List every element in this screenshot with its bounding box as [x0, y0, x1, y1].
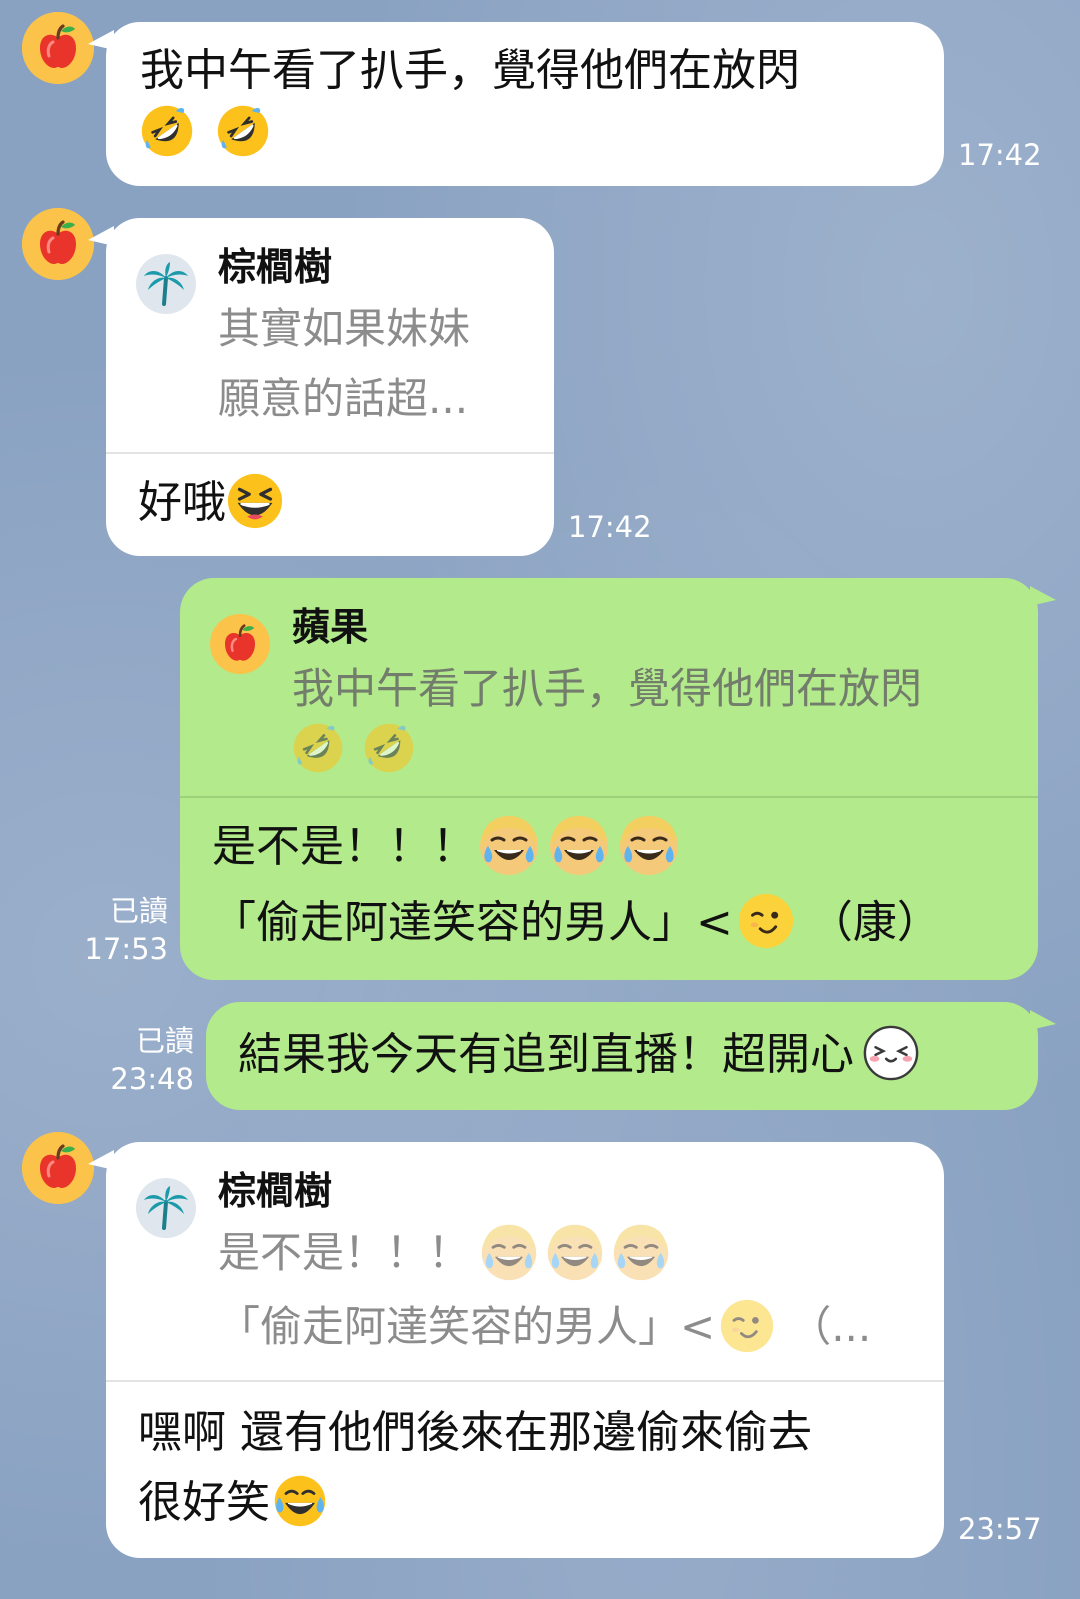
message-timestamp: 17:42: [958, 138, 1042, 172]
crying-laughing-blonde-emoji-icon: [478, 1221, 540, 1283]
message-text: （康）: [808, 897, 941, 948]
rofl-emoji-icon: [363, 722, 415, 774]
quote-divider: [106, 452, 554, 454]
quoted-text-line: 願意的話超...: [218, 374, 469, 423]
wink-emoji-icon: [737, 892, 795, 950]
message-bubble-incoming[interactable]: 我中午看了扒手，覺得他們在放閃: [88, 22, 944, 186]
message-text: 結果我今天有追到直播！超開心: [238, 1029, 854, 1080]
crying-laughing-blonde-emoji-icon: [476, 812, 542, 878]
quoted-text-line: 「偷走阿達笑容的男人」<: [218, 1302, 716, 1351]
quoted-text-line: （...: [789, 1302, 872, 1351]
quoted-text-line: 其實如果妹妹: [218, 304, 471, 353]
message-text: 「偷走阿達笑容的男人」<: [212, 897, 733, 948]
quote-divider: [106, 1380, 944, 1382]
quoted-text-line: 是不是！！！: [218, 1228, 471, 1277]
message-text: 嘿啊 還有他們後來在那邊偷來偷去: [138, 1407, 812, 1458]
read-label: 已讀: [135, 1024, 194, 1058]
quoted-sender-name: 棕櫚樹: [218, 1169, 333, 1213]
message-text: 是不是！！！: [212, 821, 476, 872]
rofl-emoji-icon: [292, 722, 344, 774]
message-timestamp: 17:42: [568, 510, 652, 544]
message-text: 我中午看了扒手，覺得他們在放閃: [140, 45, 800, 96]
reply-bubble-incoming[interactable]: 棕櫚樹 其實如果妹妹 願意的話超... 好哦: [88, 218, 554, 556]
quoted-text-row: 是不是！！！: [218, 1220, 672, 1287]
message-text-row: 是不是！！！: [212, 816, 682, 882]
message-timestamp: 23:48: [110, 1062, 194, 1096]
quoted-sender-name: 蘋果: [292, 605, 369, 649]
read-receipt: 已讀 17:53: [84, 892, 168, 968]
message-timestamp: 23:57: [958, 1512, 1042, 1546]
quoted-avatar-palm: [136, 254, 196, 314]
wink-emoji-icon: [719, 1298, 775, 1354]
message-text-row: 好哦: [138, 472, 284, 534]
grinning-squinting-emoji-icon: [226, 472, 284, 530]
quoted-sender-name: 棕櫚樹: [218, 245, 333, 289]
quoted-avatar-palm: [136, 1178, 196, 1238]
quote-divider: [180, 796, 1038, 798]
crying-laughing-blonde-emoji-icon: [616, 812, 682, 878]
contact-avatar-apple[interactable]: [22, 12, 94, 84]
read-label: 已讀: [109, 894, 168, 928]
rofl-emoji-icon: [140, 104, 194, 158]
crying-laughing-blonde-emoji-icon: [610, 1221, 672, 1283]
squinting-face-emoji-icon: [862, 1024, 920, 1082]
message-emoji-row: [140, 102, 270, 164]
contact-avatar-apple[interactable]: [22, 208, 94, 280]
rofl-emoji-icon: [216, 104, 270, 158]
message-bubble-outgoing[interactable]: 結果我今天有追到直播！超開心: [206, 1002, 1056, 1110]
quoted-text-line: 我中午看了扒手，覺得他們在放閃: [292, 664, 923, 713]
quoted-text-row: 「偷走阿達笑容的男人」< （...: [218, 1294, 871, 1360]
quoted-avatar-apple: [210, 614, 270, 674]
message-text-row: 結果我今天有追到直播！超開心: [238, 1024, 920, 1086]
crying-laughing-blonde-emoji-icon: [544, 1221, 606, 1283]
crying-laughing-blonde-emoji-icon: [546, 812, 612, 878]
message-text-row: 很好笑: [138, 1472, 328, 1534]
message-text: 好哦: [138, 477, 226, 528]
reply-bubble-incoming[interactable]: 棕櫚樹 是不是！！！ 「偷走阿達笑容的男人」< （... 嘿啊 還有他們後來在那邊…: [88, 1142, 944, 1558]
face-with-tears-of-joy-emoji-icon: [272, 1473, 328, 1529]
contact-avatar-apple[interactable]: [22, 1132, 94, 1204]
message-text-row: 「偷走阿達笑容的男人」< （康）: [212, 892, 941, 954]
quoted-emoji-row: [292, 716, 415, 782]
message-text: 很好笑: [138, 1477, 270, 1528]
message-timestamp: 17:53: [84, 932, 168, 966]
read-receipt: 已讀 23:48: [108, 1022, 194, 1098]
reply-bubble-outgoing[interactable]: 蘋果 我中午看了扒手，覺得他們在放閃 是不是！！！ 「偷走阿達笑容的男人」< （康…: [180, 578, 1056, 980]
